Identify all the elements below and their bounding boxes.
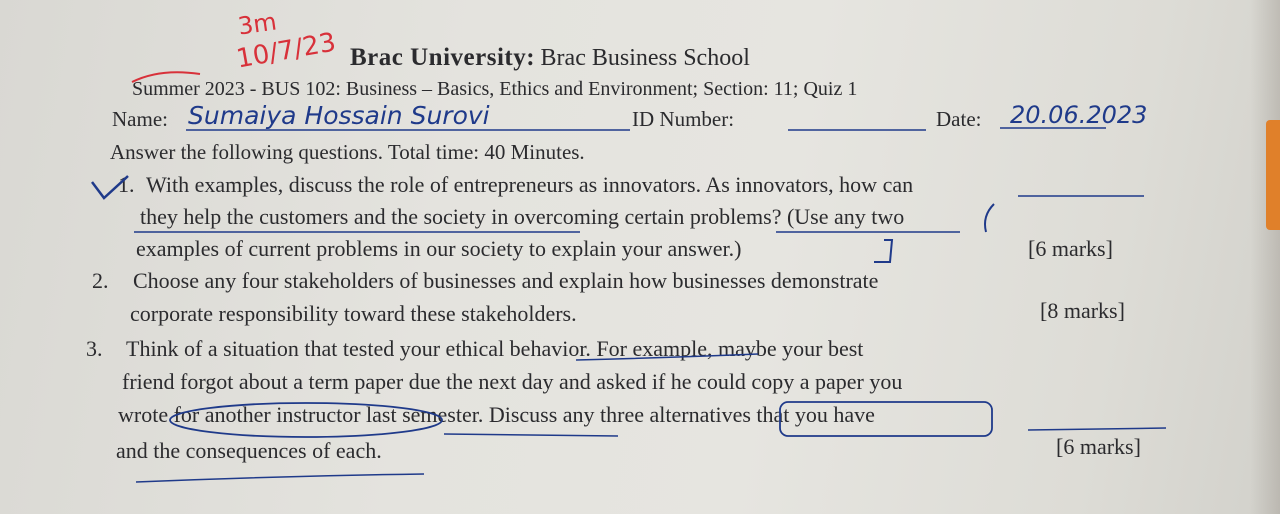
question-3-number: 3. (86, 336, 103, 361)
question-3-marks: [6 marks] (1056, 434, 1141, 459)
course-line: Summer 2023 - BUS 102: Business – Basics… (132, 78, 858, 100)
underline (1027, 427, 1167, 431)
paper-edge-shadow (1250, 0, 1280, 514)
date-label: Date: (936, 107, 982, 131)
name-field: Sumaiya Hossain Surovi (188, 101, 490, 130)
question-1-number: 1. (118, 172, 135, 197)
question-3-line: wrote for another instructor last semest… (118, 402, 875, 427)
question-2-line: corporate responsibility toward these st… (130, 301, 577, 326)
underline (443, 433, 619, 437)
question-1-marks: [6 marks] (1028, 236, 1113, 261)
question-3-line: friend forgot about a term paper due the… (122, 369, 903, 394)
question-2-marks: [8 marks] (1040, 298, 1125, 323)
question-1-line: they help the customers and the society … (140, 204, 905, 229)
date-field: 20.06.2023 (1010, 101, 1148, 129)
question-3-line: and the consequences of each. (116, 438, 382, 463)
background-object (1266, 120, 1280, 230)
question-2-line: Choose any four stakeholders of business… (133, 268, 879, 293)
page-title: Brac University: Brac Business School (350, 44, 750, 72)
red-handwritten-mark: 3m (236, 7, 279, 41)
question-2-number: 2. (92, 268, 109, 293)
question-1-line: examples of current problems in our soci… (136, 236, 742, 261)
underline (135, 473, 425, 483)
instructions: Answer the following questions. Total ti… (110, 140, 585, 164)
id-label: ID Number: (632, 107, 735, 131)
university-name: Brac University: (350, 44, 536, 71)
name-label: Name: (112, 107, 168, 131)
question-1-line: With examples, discuss the role of entre… (146, 172, 914, 197)
bracket (984, 203, 995, 233)
question-3-line: Think of a situation that tested your et… (126, 336, 864, 361)
bracket (874, 239, 894, 263)
school-name: Brac Business School (540, 45, 750, 71)
